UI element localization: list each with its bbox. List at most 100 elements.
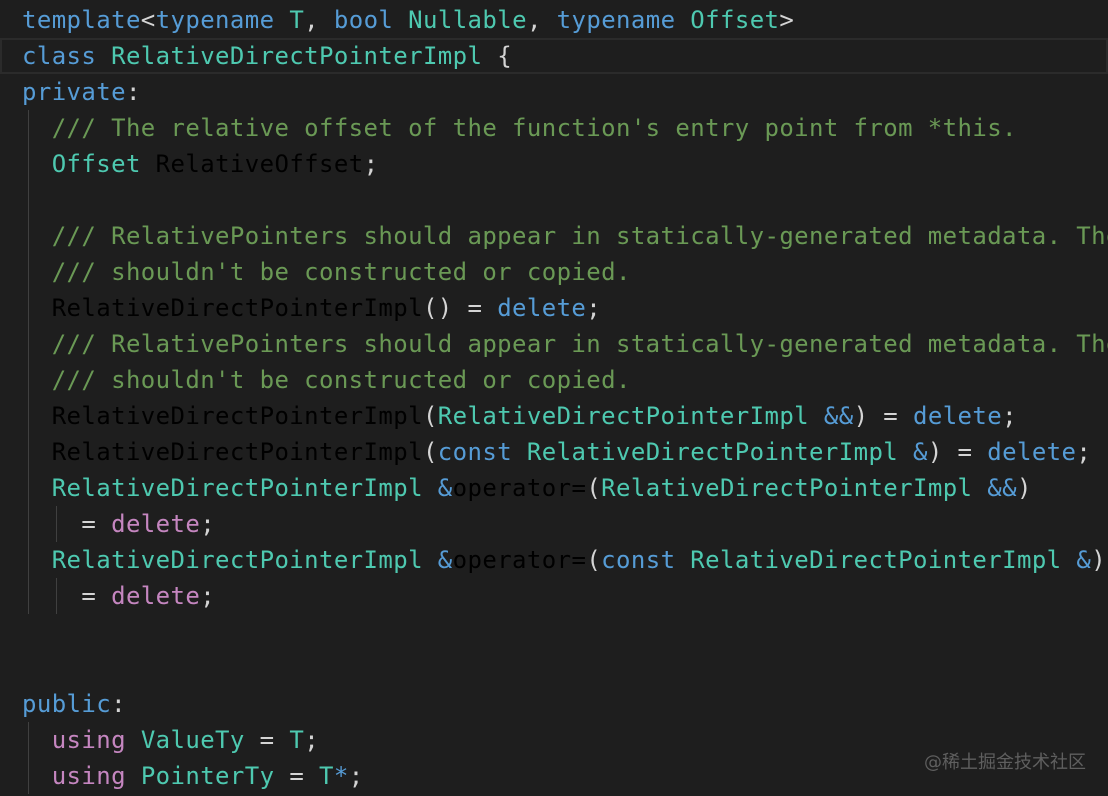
indentation — [22, 402, 52, 430]
indentation — [22, 762, 52, 790]
code-line[interactable]: class RelativeDirectPointerImpl { — [0, 38, 1108, 74]
code-token-type: T — [319, 762, 334, 790]
code-line[interactable]: RelativeDirectPointerImpl(RelativeDirect… — [0, 398, 1108, 434]
code-token-text: ; — [586, 294, 602, 322]
code-token-text: = — [244, 726, 290, 754]
code-token-type: RelativeDirectPointerImpl — [601, 474, 973, 502]
code-line[interactable]: RelativeDirectPointerImpl & operator=(con… — [0, 542, 1108, 578]
code-token-text: = — [81, 582, 112, 610]
code-token-keyword: const — [601, 546, 676, 574]
code-line[interactable]: /// shouldn't be constructed or copied. — [0, 362, 1108, 398]
code-token-type: Offset — [690, 6, 780, 34]
code-token-keyword: & — [1076, 546, 1092, 574]
code-token-keyword: delete — [497, 294, 587, 322]
indentation — [22, 114, 52, 142]
code-token-keyword: bool — [333, 6, 394, 34]
code-line[interactable]: /// shouldn't be constructed or copied. — [0, 254, 1108, 290]
code-token-type: RelativeDirectPointerImpl — [437, 402, 810, 430]
indentation — [22, 366, 52, 394]
indentation — [22, 150, 52, 178]
indent-guide — [28, 182, 29, 218]
code-token-control: using — [51, 762, 126, 790]
code-editor[interactable]: template<typename T, bool Nullable, type… — [0, 0, 1108, 796]
code-token-text: : — [111, 690, 126, 718]
code-line[interactable]: = delete; — [0, 578, 1108, 614]
code-line[interactable]: template<typename T, bool Nullable, type… — [0, 2, 1108, 38]
code-line[interactable]: /// RelativePointers should appear in st… — [0, 326, 1108, 362]
code-token-text: ; — [363, 150, 379, 178]
code-line[interactable]: private: — [0, 74, 1108, 110]
code-token-text: ( — [422, 402, 438, 430]
watermark-text: @稀土掘金技术社区 — [924, 752, 1086, 773]
code-token-variable: RelativeOffset — [155, 150, 364, 178]
indent-guide — [28, 326, 29, 362]
code-token-function: operator= — [452, 474, 587, 502]
code-token-keyword: const — [437, 438, 513, 466]
indent-guide — [28, 110, 29, 146]
code-line[interactable]: RelativeDirectPointerImpl() = delete; — [0, 290, 1108, 326]
code-token-text: ; — [200, 582, 216, 610]
code-line[interactable]: /// RelativePointers should appear in st… — [0, 218, 1108, 254]
code-token-keyword: typename — [155, 6, 275, 34]
indent-guide — [56, 578, 57, 614]
code-line[interactable]: RelativeDirectPointerImpl &operator=(Rel… — [0, 470, 1108, 506]
code-line[interactable] — [0, 650, 1108, 686]
code-line[interactable] — [0, 614, 1108, 650]
code-token-text: : — [125, 78, 141, 106]
code-token-type: RelativeDirectPointerImpl — [51, 546, 423, 574]
indent-guide — [28, 434, 29, 470]
code-token-type: Nullable — [408, 6, 527, 34]
indent-guide — [28, 578, 29, 614]
code-token-function: RelativeDirectPointerImpl — [51, 402, 423, 430]
code-token-keyword: delete — [913, 402, 1003, 430]
code-token-text: ; — [304, 726, 320, 754]
code-token-keyword: public — [22, 690, 112, 718]
code-token-control: delete — [111, 582, 201, 610]
code-token-text: ( — [586, 546, 602, 574]
code-token-type: RelativeDirectPointerImpl — [526, 438, 899, 466]
code-line[interactable]: RelativeDirectPointerImpl(const Relative… — [0, 434, 1108, 470]
indent-guide — [28, 290, 29, 326]
code-token-text: < — [140, 6, 156, 34]
code-token-text: { — [482, 42, 513, 70]
code-token-type: RelativeDirectPointerImpl — [690, 546, 1062, 574]
code-token-comment: /// RelativePointers should appear in st… — [51, 222, 1108, 250]
indent-guide — [28, 398, 29, 434]
code-token-comment: /// shouldn't be constructed or copied. — [51, 366, 631, 394]
code-token-text: ( — [422, 438, 438, 466]
code-token-text: ) — [1091, 546, 1107, 574]
indentation — [22, 582, 81, 610]
code-token-comment: /// RelativePointers should appear in st… — [51, 330, 1108, 358]
code-token-control: delete — [111, 510, 201, 538]
code-area[interactable]: template<typename T, bool Nullable, type… — [0, 2, 1108, 794]
code-line[interactable] — [0, 182, 1108, 218]
code-token-type: RelativeDirectPointerImpl — [51, 474, 423, 502]
code-line[interactable]: /// The relative offset of the function'… — [0, 110, 1108, 146]
code-token-keyword: private — [22, 78, 126, 106]
code-token-function: RelativeDirectPointerImpl — [51, 438, 423, 466]
code-token-type: T — [289, 6, 305, 34]
code-token-function: operator= — [452, 546, 587, 574]
code-line[interactable]: Offset RelativeOffset; — [0, 146, 1108, 182]
indent-guide — [28, 254, 29, 290]
code-token-keyword: * — [333, 762, 349, 790]
code-line[interactable]: = delete; — [0, 506, 1108, 542]
code-token-type: Offset — [51, 150, 141, 178]
code-line[interactable]: public: — [0, 686, 1108, 722]
code-token-keyword: & — [913, 438, 928, 466]
code-token-text: ) — [1016, 474, 1032, 502]
indentation — [22, 726, 52, 754]
indent-guide — [28, 146, 29, 182]
indentation — [22, 474, 52, 502]
indentation — [22, 510, 81, 538]
